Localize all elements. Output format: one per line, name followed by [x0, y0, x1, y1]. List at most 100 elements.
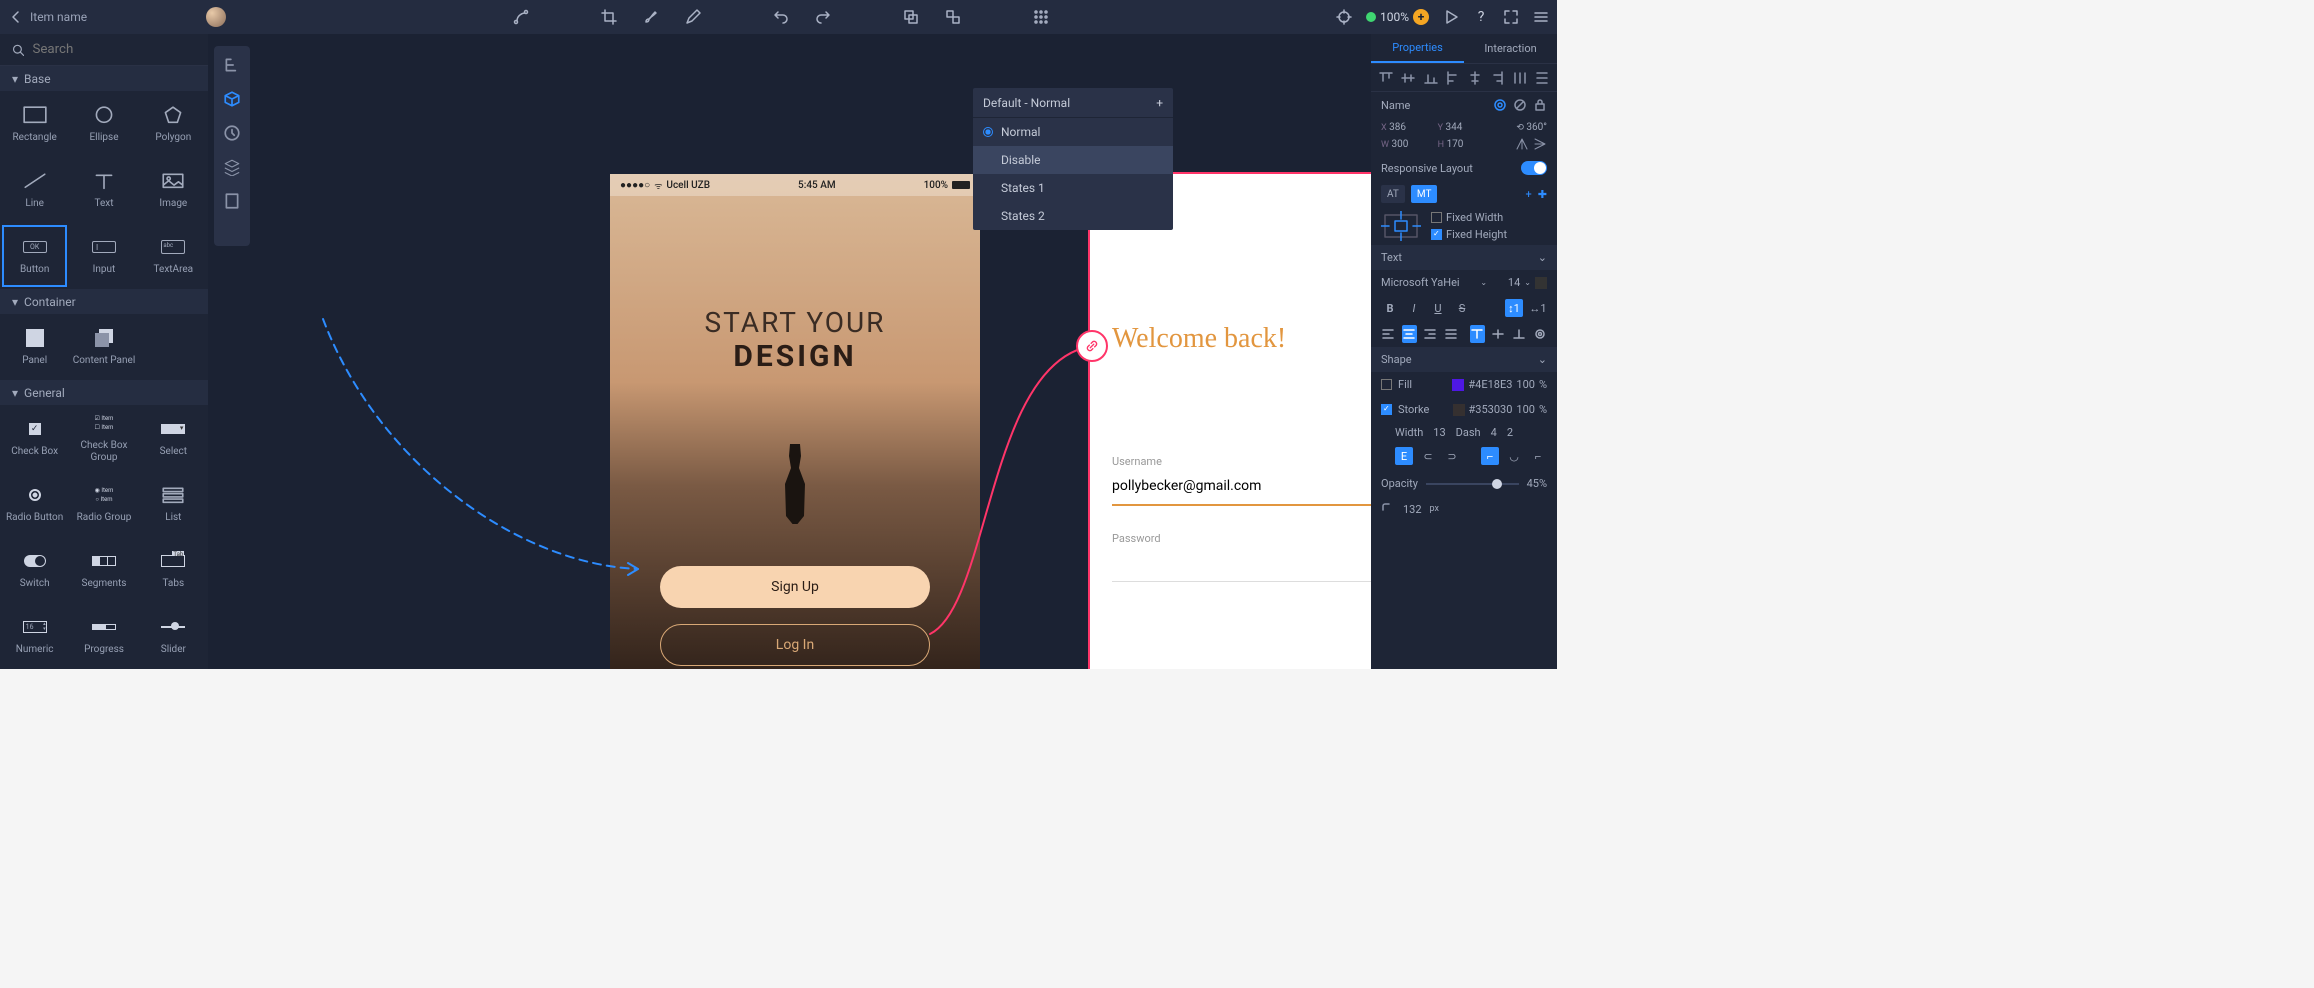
align-hcenter-icon[interactable]	[1468, 71, 1482, 85]
opacity-value[interactable]: 45%	[1527, 477, 1547, 490]
align-left-icon[interactable]	[1446, 71, 1460, 85]
stroke-hex[interactable]: #353030	[1469, 403, 1513, 416]
grid-icon[interactable]	[1033, 9, 1049, 25]
crop-icon[interactable]	[601, 9, 617, 25]
tab-properties[interactable]: Properties	[1371, 34, 1464, 63]
stroke-inside[interactable]: ⊂	[1419, 447, 1437, 465]
align-right-text[interactable]	[1423, 325, 1438, 343]
password-input[interactable]	[1112, 545, 1371, 582]
section-general[interactable]: ▾General	[0, 380, 208, 405]
font-color-swatch[interactable]	[1535, 277, 1547, 289]
fill-hex[interactable]: #4E18E3	[1468, 378, 1512, 391]
y-value[interactable]: 344	[1446, 122, 1463, 133]
align-top-icon[interactable]	[1379, 71, 1393, 85]
add-state-icon[interactable]: +	[1156, 96, 1163, 110]
mt-chip[interactable]: MT	[1411, 185, 1438, 203]
align-bottom-icon[interactable]	[1424, 71, 1438, 85]
tab-interaction[interactable]: Interaction	[1464, 34, 1557, 63]
opacity-slider[interactable]	[1426, 483, 1519, 485]
comp-line[interactable]: Line	[0, 157, 69, 223]
play-icon[interactable]	[1443, 9, 1459, 25]
cap-round[interactable]: ◡	[1505, 447, 1523, 465]
bold-button[interactable]: B	[1381, 299, 1399, 317]
fixed-width-checkbox[interactable]	[1431, 212, 1442, 223]
zoom-level[interactable]: 100%	[1380, 10, 1409, 24]
rail-layers-icon[interactable]	[223, 158, 241, 176]
comp-checkbox-group[interactable]: ☑ Item☐ ItemCheck Box Group	[69, 405, 138, 471]
text-section[interactable]: Text⌄	[1371, 245, 1557, 270]
stroke-swatch[interactable]	[1453, 404, 1465, 416]
pencil-icon[interactable]	[685, 9, 701, 25]
dash-b[interactable]: 2	[1507, 426, 1513, 439]
section-base[interactable]: ▾Base	[0, 66, 208, 91]
comp-switch[interactable]: Switch	[0, 537, 69, 603]
state-1[interactable]: States 1	[973, 174, 1173, 202]
rail-tree-icon[interactable]	[223, 56, 241, 74]
state-normal[interactable]: Normal	[973, 118, 1173, 146]
align-vcenter-icon[interactable]	[1401, 71, 1415, 85]
text-settings-icon[interactable]	[1532, 325, 1547, 343]
align-justify-text[interactable]	[1443, 325, 1458, 343]
valign-mid[interactable]	[1491, 325, 1506, 343]
stroke-checkbox[interactable]	[1381, 404, 1392, 415]
comp-panel[interactable]: Panel	[0, 314, 69, 380]
state-2[interactable]: States 2	[973, 202, 1173, 230]
comp-slider[interactable]: Slider	[139, 603, 208, 669]
comp-ellipse[interactable]: Ellipse	[69, 91, 138, 157]
flip-h-icon[interactable]	[1515, 137, 1529, 151]
comp-checkbox[interactable]: ✓Check Box	[0, 405, 69, 471]
comp-content-panel[interactable]: Content Panel	[69, 314, 138, 380]
signup-button[interactable]: Sign Up	[660, 566, 930, 608]
line-height-button[interactable]: ↕1	[1505, 299, 1523, 317]
align-center-text[interactable]	[1402, 325, 1417, 343]
comp-segments[interactable]: Segments	[69, 537, 138, 603]
link-icon[interactable]	[1076, 330, 1108, 362]
underline-button[interactable]: U	[1429, 299, 1447, 317]
search-input[interactable]	[32, 42, 196, 57]
rotation-value[interactable]: 360°	[1526, 122, 1547, 133]
visibility-icon[interactable]	[1493, 98, 1507, 112]
comp-rectangle[interactable]: Rectangle	[0, 91, 69, 157]
ungroup-icon[interactable]	[945, 9, 961, 25]
x-value[interactable]: 386	[1389, 122, 1406, 133]
comp-radio-group[interactable]: ◉ Item○ ItemRadio Group	[69, 471, 138, 537]
state-disable[interactable]: Disable	[973, 146, 1173, 174]
rail-page-icon[interactable]	[223, 192, 241, 210]
font-family[interactable]: Microsoft YaHei	[1381, 276, 1460, 289]
constraint-box-icon[interactable]	[1381, 211, 1421, 241]
lock-icon[interactable]	[1533, 98, 1547, 112]
rail-clock-icon[interactable]	[223, 124, 241, 142]
undo-icon[interactable]	[773, 9, 789, 25]
cap-square[interactable]: ⌐	[1529, 447, 1547, 465]
add-constraint2-icon[interactable]: ✚	[1538, 188, 1547, 201]
brush-icon[interactable]	[643, 9, 659, 25]
cap-butt[interactable]: ⌐	[1481, 447, 1499, 465]
align-right-icon[interactable]	[1490, 71, 1504, 85]
stroke-width[interactable]: 13	[1433, 426, 1445, 439]
dist-v-icon[interactable]	[1535, 71, 1549, 85]
at-chip[interactable]: AT	[1381, 185, 1405, 203]
fill-opacity[interactable]: 100	[1516, 378, 1535, 391]
corner-value[interactable]: 132	[1403, 503, 1422, 516]
rail-cube-icon[interactable]	[223, 90, 241, 108]
fill-swatch[interactable]	[1452, 379, 1464, 391]
fixed-height-checkbox[interactable]	[1431, 229, 1442, 240]
menu-icon[interactable]	[1533, 9, 1549, 25]
w-value[interactable]: 300	[1391, 139, 1408, 150]
italic-button[interactable]: I	[1405, 299, 1423, 317]
help-icon[interactable]: ?	[1473, 9, 1489, 25]
dist-h-icon[interactable]	[1513, 71, 1527, 85]
strike-button[interactable]: S	[1453, 299, 1471, 317]
block-icon[interactable]	[1513, 98, 1527, 112]
comp-image[interactable]: Image	[139, 157, 208, 223]
login-button[interactable]: Log In	[660, 624, 930, 666]
comp-textarea[interactable]: abcTextArea	[139, 223, 208, 289]
add-constraint-icon[interactable]: +	[1526, 188, 1532, 201]
pen-path-icon[interactable]	[513, 9, 529, 25]
stroke-opacity[interactable]: 100	[1516, 403, 1535, 416]
valign-bot[interactable]	[1512, 325, 1527, 343]
stroke-center[interactable]: E	[1395, 447, 1413, 465]
fill-checkbox[interactable]	[1381, 379, 1392, 390]
align-left-text[interactable]	[1381, 325, 1396, 343]
font-size[interactable]: 14	[1508, 276, 1520, 289]
